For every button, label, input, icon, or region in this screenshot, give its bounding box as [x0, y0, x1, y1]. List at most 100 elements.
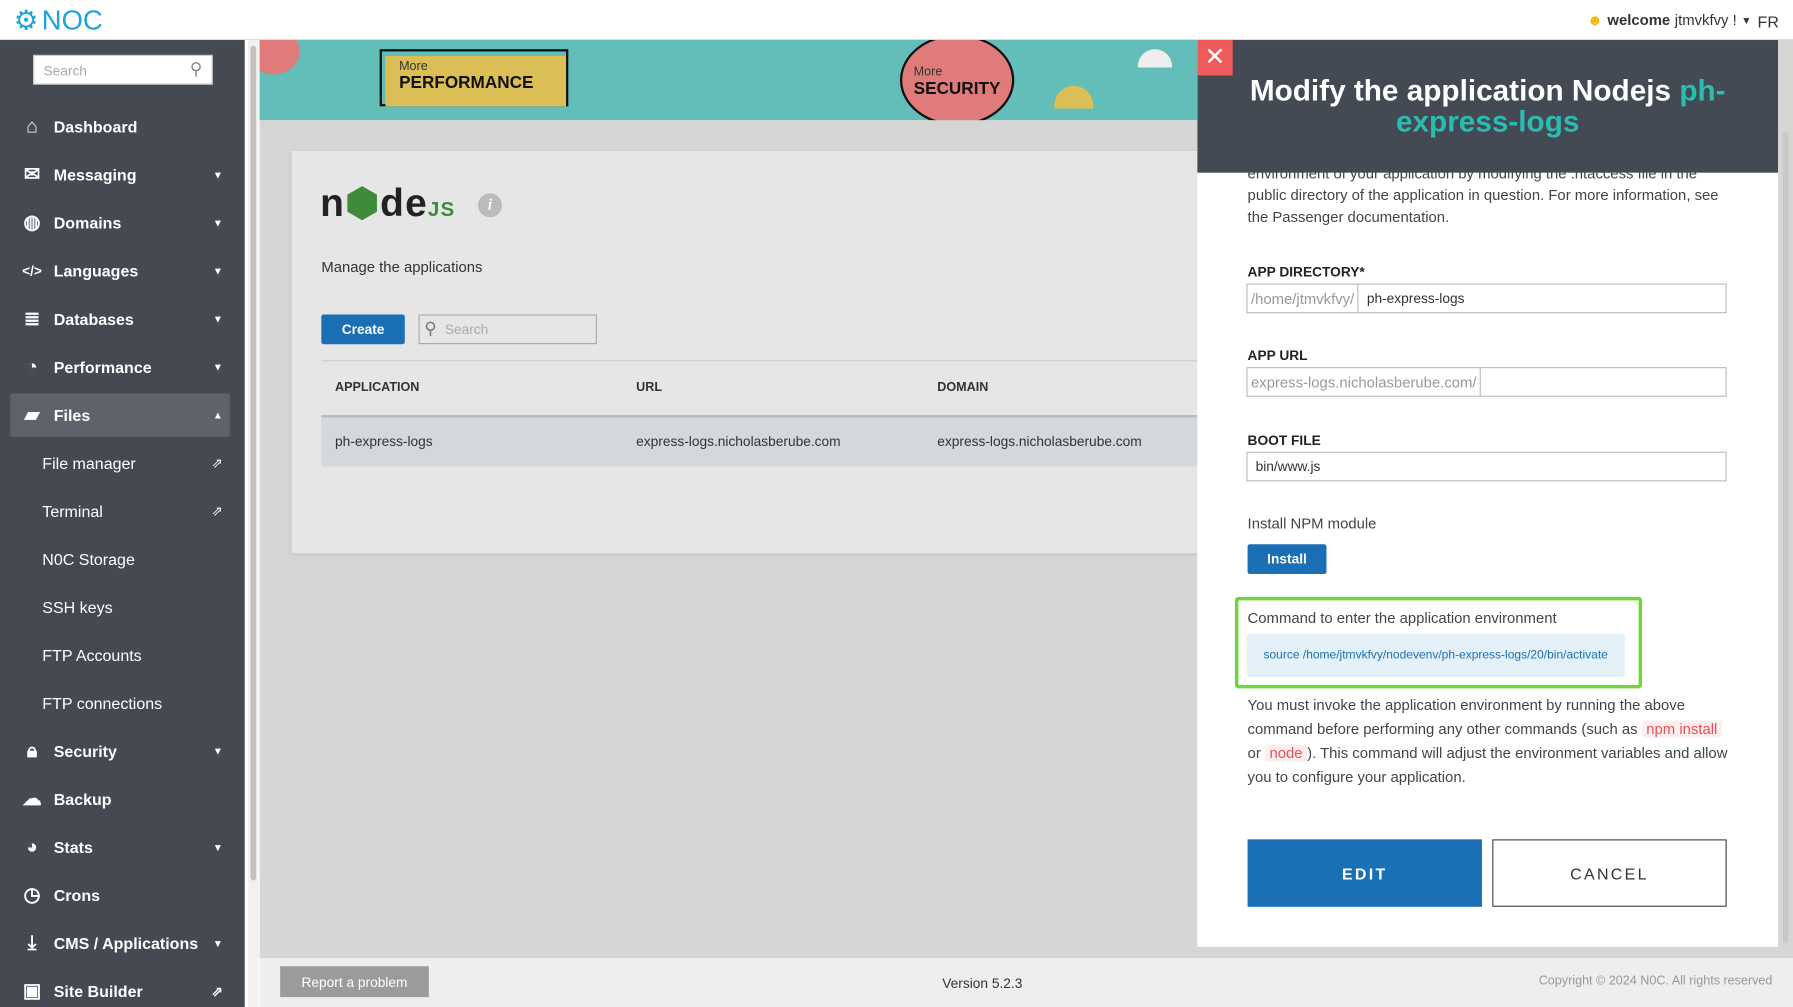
external-link-icon: ⇗ [211, 455, 223, 472]
boot-file-field[interactable]: bin/www.js [1246, 451, 1727, 482]
nodejs-logo: n⬢deJS [320, 181, 456, 226]
sidebar-item[interactable]: </> Languages ▼ [10, 249, 230, 292]
sidebar-item[interactable]: ⌂ Dashboard [10, 105, 230, 148]
sidebar-item[interactable]: SSH keys [10, 585, 230, 628]
sidebar-item-label: FTP Accounts [42, 646, 142, 665]
sidebar-item[interactable]: ▰ Files ▲ [10, 393, 230, 437]
caret-down-icon: ▼ [212, 841, 223, 854]
install-button[interactable]: Install [1247, 544, 1327, 575]
sidebar-item[interactable]: ◷ Crons [10, 874, 230, 917]
sidebar-item[interactable]: ▣ Site Builder ⇗ [10, 970, 230, 1007]
sidebar: Search ⚲ ⌂ Dashboard ✉ Messaging ▼ ◍ Domains ▼ </… [0, 40, 245, 1007]
noc-logo[interactable]: ⚙ NOC [14, 5, 103, 38]
sidebar-item-label: Performance [53, 357, 152, 377]
cancel-button[interactable]: CANCEL [1492, 839, 1727, 907]
app-url-field[interactable]: express-logs.nicholasberube.com/ [1246, 367, 1727, 397]
sidebar-item-label: Languages [53, 261, 139, 281]
cloud-icon: ☁ [22, 787, 42, 810]
sidebar-search-input[interactable]: Search ⚲ [33, 54, 213, 85]
sidebar-item[interactable]: Terminal ⇗ [10, 489, 230, 532]
caret-down-icon: ▼ [212, 313, 223, 325]
globe-icon: ◍ [23, 211, 41, 234]
close-button[interactable]: ✕ [1197, 40, 1233, 76]
home-icon: ⌂ [26, 115, 38, 138]
promo-banner[interactable]: More PERFORMANCE More SECURITY [259, 40, 1198, 121]
sidebar-item-label: Databases [53, 309, 134, 329]
table-cell: ph-express-logs [335, 433, 433, 450]
table-cell: express-logs.nicholasberube.com [636, 433, 841, 450]
footer: Report a problem Version 5.2.3 Copyright… [259, 958, 1793, 1007]
column-header[interactable]: URL [622, 361, 923, 416]
column-header[interactable]: APPLICATION [321, 361, 622, 416]
code-icon: </> [22, 263, 42, 280]
caret-down-icon: ▼ [212, 745, 223, 757]
sidebar-item-label: Domains [53, 213, 122, 233]
panel-scrollbar[interactable] [1780, 40, 1790, 947]
npm-label: Install NPM module [1247, 514, 1377, 532]
external-link-icon: ⇗ [211, 503, 223, 520]
sidebar-item-label: Site Builder [53, 982, 143, 1001]
table-cell: express-logs.nicholasberube.com [937, 433, 1142, 450]
sidebar-item[interactable]: N0C Storage [10, 537, 230, 580]
intro-text: public directory of the application in q… [1247, 186, 1719, 226]
sidebar-item[interactable]: ⤓ CMS / Applications ▼ [10, 922, 230, 965]
top-bar: ⚙ NOC ☻ welcome jtmvkfvy ! ▼ FR [0, 0, 1793, 41]
column-header[interactable]: DOMAIN [924, 361, 1225, 416]
report-problem-button[interactable]: Report a problem [280, 966, 429, 998]
sidebar-item[interactable]: 🔒︎ Security ▼ [10, 730, 230, 773]
search-icon: ⚲ [424, 319, 437, 339]
table-row[interactable]: ph-express-logs express-logs.nicholasberu… [321, 415, 1225, 466]
sidebar-item[interactable]: ✉ Messaging ▼ [10, 153, 230, 196]
caret-down-icon: ▼ [212, 169, 223, 181]
edit-button[interactable]: EDIT [1247, 839, 1482, 907]
caret-down-icon: ▼ [212, 361, 223, 373]
image-icon: ▣ [22, 979, 42, 1002]
sidebar-item[interactable]: ◔ Performance ▼ [10, 345, 230, 388]
sidebar-item[interactable]: File manager ⇗ [10, 441, 230, 484]
info-icon[interactable]: i [477, 193, 502, 218]
sidebar-scrollbar[interactable] [248, 40, 259, 1007]
gauge-icon: ◔ [26, 355, 38, 378]
modify-app-panel: environment of your application by modif… [1197, 40, 1779, 947]
sidebar-item-label: Terminal [42, 501, 103, 521]
sidebar-item[interactable]: ≣ Databases ▼ [10, 297, 230, 340]
caret-down-icon: ▼ [1741, 14, 1752, 26]
subtitle: Manage the applications [321, 258, 483, 276]
clock-icon: ◷ [23, 883, 41, 906]
smiley-icon: ☻ [1587, 11, 1603, 29]
sidebar-item-label: Security [53, 742, 117, 761]
gear-logo-icon: ⚙ [13, 5, 39, 37]
boot-file-label: BOOT FILE [1247, 432, 1321, 449]
sidebar-item-label: N0C Storage [42, 550, 135, 569]
panel-header: Modify the application Nodejs ph-express… [1197, 40, 1779, 173]
lock-icon: 🔒︎ [26, 739, 38, 762]
search-icon: ⚲ [189, 59, 203, 79]
sidebar-item-label: Backup [53, 790, 112, 809]
envelope-icon: ✉ [23, 163, 41, 186]
sidebar-item[interactable]: FTP Accounts [10, 633, 230, 676]
command-text[interactable]: source /home/jtmvkfvy/nodevenv/ph-expres… [1246, 633, 1625, 677]
caret-down-icon: ▼ [212, 937, 223, 950]
applications-table: APPLICATION URL DOMAIN ph-express-logs expr… [321, 360, 1225, 466]
language-switch[interactable]: FR [1758, 13, 1779, 31]
sidebar-item-label: FTP connections [42, 694, 163, 713]
sidebar-item[interactable]: ◍ Domains ▼ [10, 201, 230, 244]
database-icon: ≣ [23, 307, 41, 330]
app-directory-field[interactable]: /home/jtmvkfvy/ph-express-logs [1246, 283, 1727, 314]
sidebar-item-label: SSH keys [42, 598, 113, 617]
caret-up-icon: ▲ [212, 409, 223, 421]
sidebar-item-label: Dashboard [53, 117, 138, 137]
sidebar-item[interactable]: ◕ Stats ▼ [10, 826, 230, 869]
create-button[interactable]: Create [321, 314, 405, 345]
table-search-input[interactable]: ⚲ Search [418, 314, 597, 345]
app-url-label: APP URL [1247, 347, 1308, 364]
version-text: Version 5.2.3 [942, 975, 1023, 992]
external-link-icon: ⇗ [211, 983, 223, 1000]
applications-card: n⬢deJS i Manage the applications Create … [291, 150, 1225, 554]
sidebar-item[interactable]: ☁ Backup [10, 778, 230, 821]
user-menu[interactable]: ☻ welcome jtmvkfvy ! ▼ [1587, 11, 1751, 28]
sidebar-item-label: File manager [42, 453, 136, 473]
command-note: You must invoke the application environm… [1247, 696, 1728, 786]
sidebar-item[interactable]: FTP connections [10, 682, 230, 725]
close-icon: ✕ [1204, 42, 1226, 71]
